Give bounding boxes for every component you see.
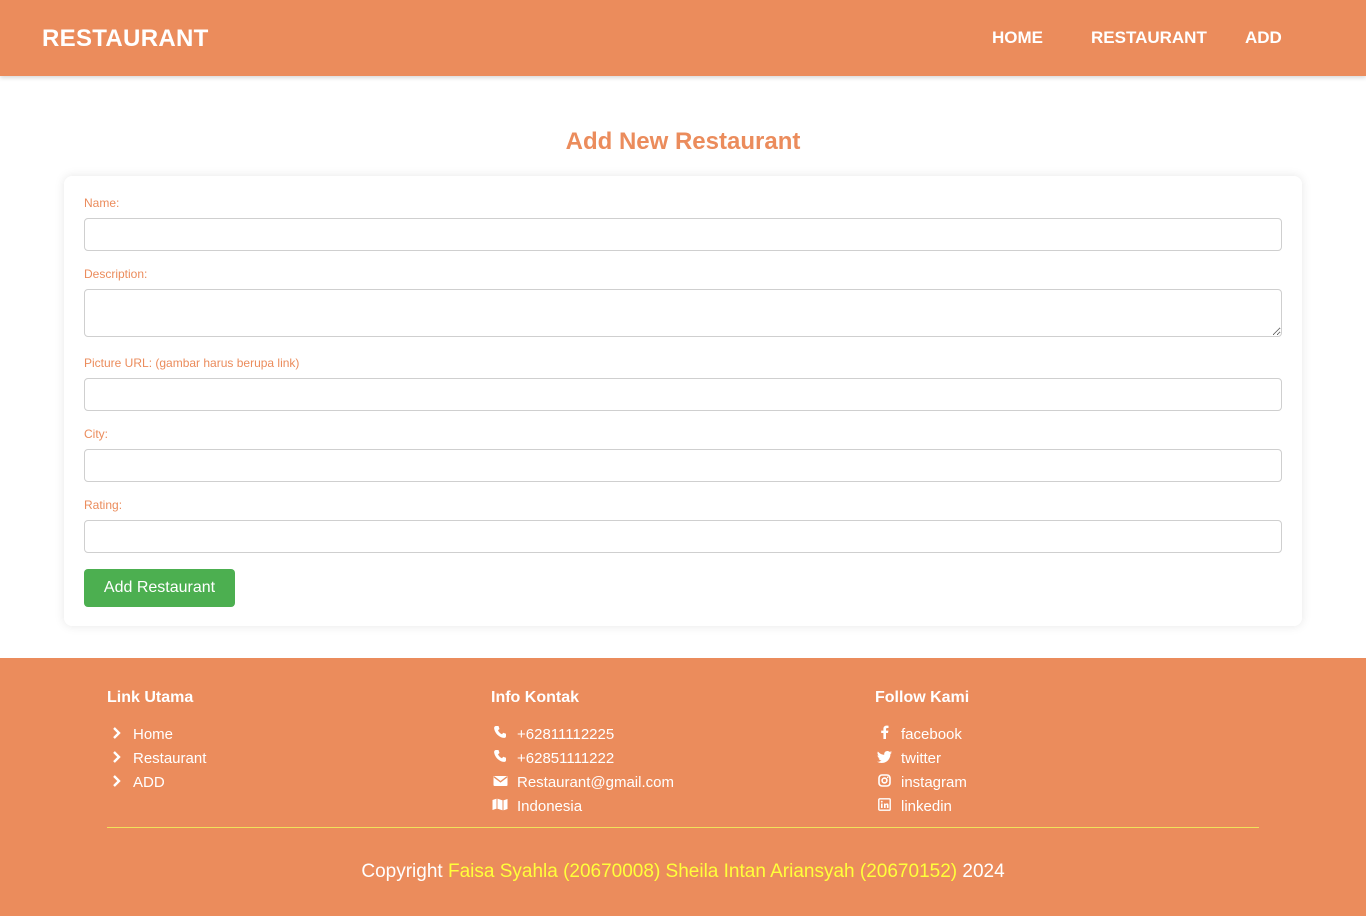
social-item: instagram [875,770,969,794]
twitter-link[interactable]: twitter [901,750,941,767]
footer-contact-column: Info Kontak +62811112225 +62851111222 Re… [491,689,674,818]
city-input[interactable] [84,449,1282,482]
nav-add-link[interactable]: ADD [1245,28,1282,48]
linkedin-link[interactable]: linkedin [901,798,952,815]
footer-links-title: Link Utama [107,689,194,706]
footer-home-link[interactable]: Home [133,726,173,743]
description-label: Description: [84,267,148,281]
copyright-year: 2024 [957,861,1005,882]
add-restaurant-button[interactable]: Add Restaurant [84,569,235,607]
map-icon [491,798,509,815]
phone-icon [491,749,509,767]
nav-home-link[interactable]: HOME [992,28,1043,48]
contact-email: Restaurant@gmail.com [517,773,674,791]
copyright-authors: Faisa Syahla (20670008) Sheila Intan Ari… [447,861,958,882]
footer-links-column: Link Utama Home Restaurant ADD [107,689,206,794]
page-title: Add New Restaurant [565,128,801,155]
chevron-right-icon [107,774,125,791]
footer-social-title: Follow Kami [875,689,970,706]
rating-input[interactable] [84,520,1282,553]
name-input[interactable] [84,218,1282,251]
facebook-icon [875,725,893,743]
contact-item: +62811112225 [491,722,674,746]
social-item: twitter [875,746,969,770]
footer-link-item: Restaurant [107,746,206,770]
footer-contact-title: Info Kontak [491,689,579,706]
description-textarea[interactable] [84,289,1282,337]
chevron-right-icon [107,750,125,767]
picture-url-label: Picture URL: (gambar harus berupa link) [84,356,300,370]
footer-add-link[interactable]: ADD [133,774,165,791]
chevron-right-icon [107,726,125,743]
instagram-link[interactable]: instagram [901,774,967,791]
facebook-link[interactable]: facebook [901,726,962,743]
contact-location: Indonesia [517,797,583,815]
footer-restaurant-link[interactable]: Restaurant [133,750,206,767]
name-label: Name: [84,196,120,210]
copyright: Copyright Faisa Syahla (20670008) Sheila… [0,861,1366,883]
footer-link-item: Home [107,722,206,746]
footer-divider [107,827,1259,828]
nav-restaurant-link[interactable]: RESTAURANT [1091,28,1207,48]
rating-label: Rating: [84,498,123,512]
social-item: linkedin [875,794,969,818]
contact-phone-1: +62811112225 [517,725,615,743]
picture-url-input[interactable] [84,378,1282,411]
twitter-icon [875,750,893,767]
footer: Link Utama Home Restaurant ADD Info Kont… [0,658,1366,916]
brand-logo[interactable]: RESTAURANT [42,25,209,53]
contact-item: +62851111222 [491,746,674,770]
linkedin-icon [875,797,893,815]
footer-link-item: ADD [107,770,206,794]
envelope-icon [491,774,509,791]
instagram-icon [875,773,893,791]
copyright-prefix: Copyright [361,861,448,882]
social-item: facebook [875,722,969,746]
contact-item: Restaurant@gmail.com [491,770,674,794]
contact-item: Indonesia [491,794,674,818]
add-restaurant-form: Name: Description: Picture URL: (gambar … [64,176,1302,626]
contact-phone-2: +62851111222 [517,749,615,767]
footer-social-column: Follow Kami facebook twitter instagram l… [875,689,969,818]
navbar: RESTAURANT HOME RESTAURANT ADD [0,0,1366,76]
city-label: City: [84,427,108,441]
phone-icon [491,725,509,743]
